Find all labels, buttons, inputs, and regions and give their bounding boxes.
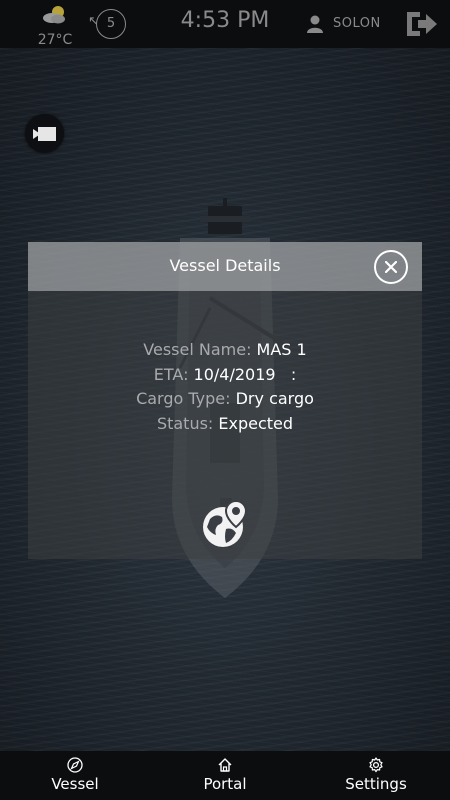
bottom-navigation: Vessel Portal Settings <box>0 751 450 800</box>
close-icon <box>385 261 397 273</box>
vessel-name-row: Vessel Name: MAS 1 <box>28 338 422 363</box>
nav-portal[interactable]: Portal <box>190 751 260 800</box>
dialog-title: Vessel Details <box>169 256 281 275</box>
eta-row: ETA: 10/4/2019 : <box>28 363 422 388</box>
user-icon <box>307 15 323 33</box>
wind-speed: 5 <box>96 9 126 39</box>
temperature: 27°C <box>37 32 73 48</box>
logout-icon <box>407 12 437 36</box>
navigation-icon <box>67 757 83 773</box>
nav-vessel[interactable]: Vessel <box>40 751 110 800</box>
camera-toggle-button[interactable] <box>25 114 64 153</box>
username: SOLON <box>333 16 381 31</box>
dialog-header: Vessel Details <box>28 242 422 291</box>
video-camera-icon <box>33 127 56 141</box>
home-icon <box>218 758 232 772</box>
wind-indicator: ↖ 5 <box>88 8 130 42</box>
status-label: Status: <box>156 413 219 433</box>
nav-settings-label: Settings <box>345 775 407 793</box>
nav-settings[interactable]: Settings <box>336 751 416 800</box>
status-value: Expected <box>218 413 294 433</box>
globe-location-icon <box>203 499 248 547</box>
vessel-name-value: MAS 1 <box>256 340 307 359</box>
eta-value: 10/4/2019 : <box>193 364 297 384</box>
nav-portal-label: Portal <box>203 775 247 793</box>
close-button[interactable] <box>374 250 408 284</box>
vessel-name-label: Vessel Name: <box>143 340 257 359</box>
vessel-details-list: Vessel Name: MAS 1 ETA: 10/4/2019 : Carg… <box>28 338 422 436</box>
gear-icon <box>369 757 383 773</box>
show-on-map-button[interactable] <box>202 499 250 549</box>
cargo-type-value: Dry cargo <box>235 389 314 408</box>
eta-label: ETA: <box>153 364 194 384</box>
cargo-type-row: Cargo Type: Dry cargo <box>28 387 422 412</box>
logout-button[interactable] <box>404 9 438 39</box>
status-bar: 27°C ↖ 5 4:53 PM SOLON <box>0 0 450 48</box>
partly-cloudy-icon <box>43 6 65 24</box>
status-row: Status: Expected <box>28 412 422 437</box>
weather-widget: 27°C <box>30 4 80 48</box>
clock: 4:53 PM <box>180 8 270 33</box>
cargo-type-label: Cargo Type: <box>136 389 236 408</box>
nav-vessel-label: Vessel <box>51 775 99 793</box>
